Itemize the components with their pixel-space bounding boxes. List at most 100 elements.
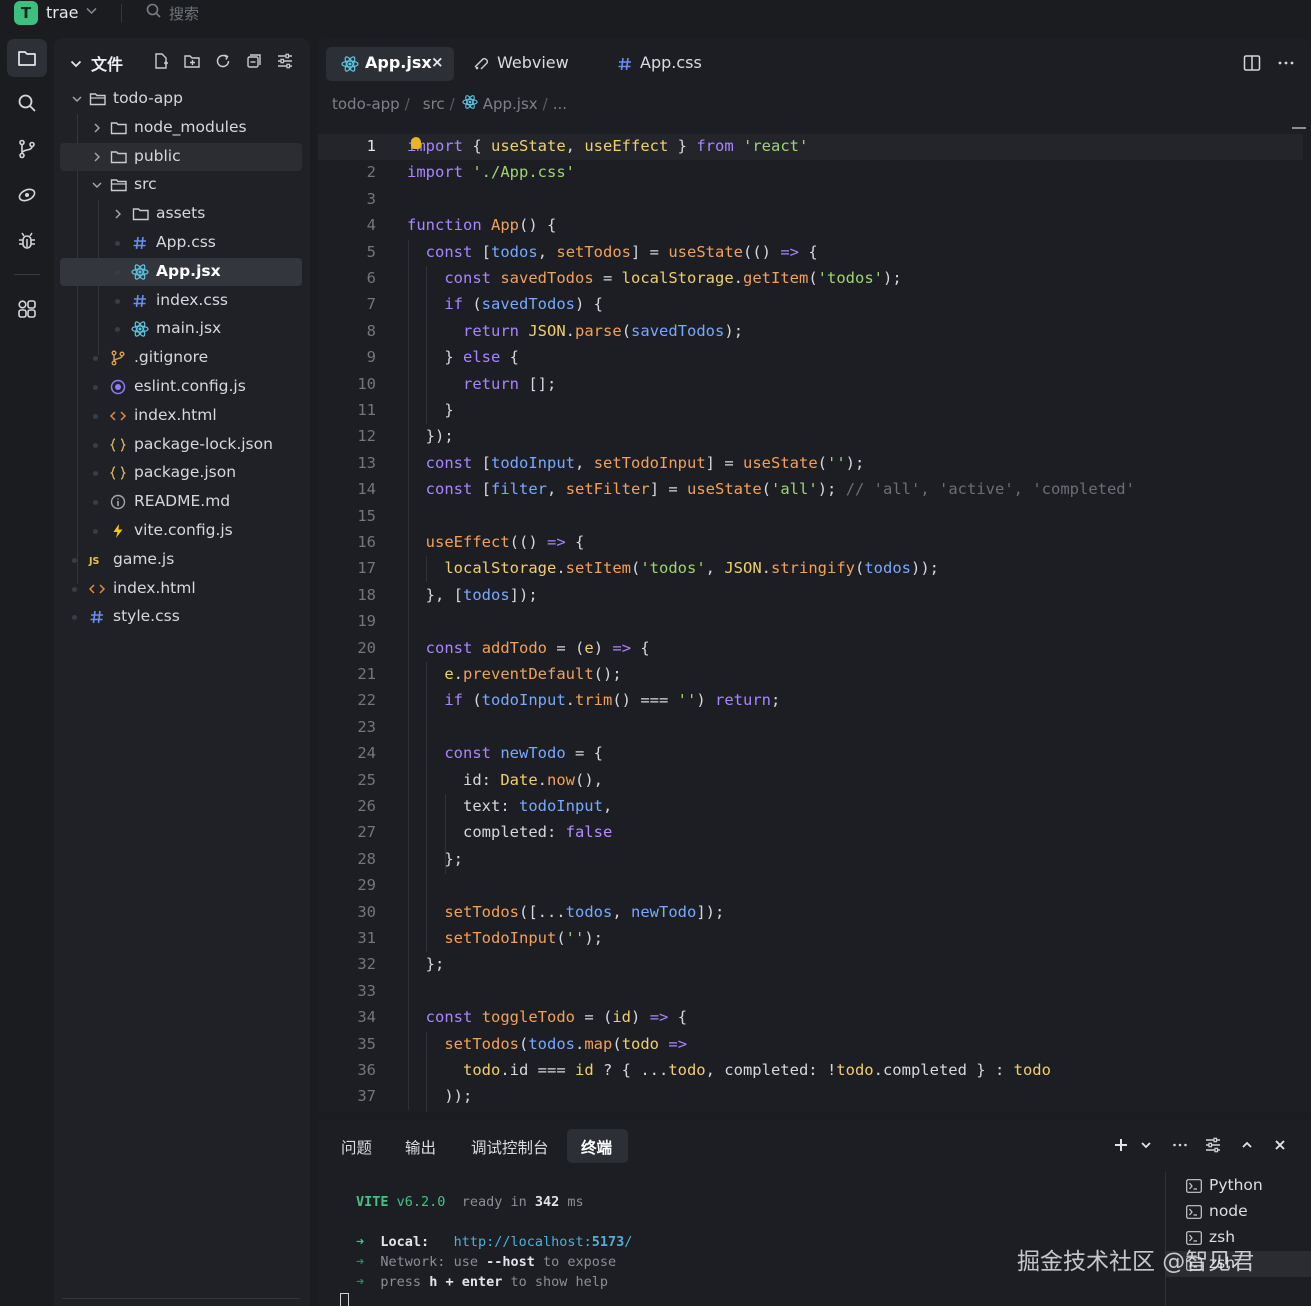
code-line[interactable]: 19	[318, 609, 1303, 635]
terminal-item-python[interactable]: Python	[1166, 1173, 1311, 1199]
terminal-item-node[interactable]: node	[1166, 1199, 1311, 1225]
split-editor-icon[interactable]	[1242, 53, 1262, 73]
tree-item-gitignore[interactable]: .gitignore	[60, 344, 302, 372]
code-line[interactable]: 13 const [todoInput, setTodoInput] = use…	[318, 451, 1303, 477]
new-folder-icon[interactable]	[183, 52, 201, 70]
breadcrumb-item[interactable]: App.jsx	[483, 95, 538, 113]
tree-item-game-js[interactable]: JS game.js	[60, 546, 302, 574]
code-line[interactable]: 20 const addTodo = (e) => {	[318, 636, 1303, 662]
code-line[interactable]: 7 if (savedTodos) {	[318, 292, 1303, 318]
tree-item-index-css[interactable]: index.css	[60, 287, 302, 315]
code-line[interactable]: 31 setTodoInput('');	[318, 926, 1303, 952]
refresh-icon[interactable]	[214, 52, 232, 70]
code-line[interactable]: 28 };	[318, 847, 1303, 873]
code-line[interactable]: 12 });	[318, 424, 1303, 450]
tree-item-eslint-config[interactable]: eslint.config.js	[60, 373, 302, 401]
code-line[interactable]: 5 const [todos, setTodos] = useState(() …	[318, 240, 1303, 266]
tree-item-package-json[interactable]: package.json	[60, 459, 302, 487]
tree-item-style-css[interactable]: style.css	[60, 603, 302, 631]
settings-sliders-icon[interactable]	[276, 52, 294, 70]
more-actions-icon[interactable]	[1276, 53, 1296, 73]
code-line[interactable]: 30 setTodos([...todos, newTodo]);	[318, 900, 1303, 926]
code-line[interactable]: 34 const toggleTodo = (id) => {	[318, 1005, 1303, 1031]
code-line[interactable]: 4 function App() {	[318, 213, 1303, 239]
tree-item-index-html[interactable]: index.html	[60, 402, 302, 430]
code-line[interactable]: 11 }	[318, 398, 1303, 424]
search-button[interactable]	[7, 84, 47, 122]
remote-button[interactable]	[7, 176, 47, 214]
code-line[interactable]: 25 id: Date.now(),	[318, 768, 1303, 794]
global-search-input[interactable]: 搜索	[169, 3, 199, 24]
lightbulb-icon[interactable]	[411, 137, 421, 149]
code-line[interactable]: 32 };	[318, 952, 1303, 978]
tab-debug-console[interactable]: 调试控制台	[458, 1129, 554, 1163]
code-line[interactable]: 6 const savedTodos = localStorage.getIte…	[318, 266, 1303, 292]
new-file-icon[interactable]	[152, 52, 170, 70]
app-name[interactable]: trae	[46, 3, 79, 22]
tree-item-app-css[interactable]: App.css	[60, 229, 302, 257]
close-icon[interactable]: ×	[431, 53, 444, 71]
collapse-all-icon[interactable]	[245, 52, 263, 70]
code-line[interactable]: 37 ));	[318, 1084, 1303, 1110]
code-line[interactable]: 24 const newTodo = {	[318, 741, 1303, 767]
code-token: =>	[547, 533, 566, 551]
code-line[interactable]: 2 import './App.css'	[318, 160, 1303, 186]
code-line[interactable]: 29	[318, 873, 1303, 899]
tree-item-assets[interactable]: assets	[60, 200, 302, 228]
code-line[interactable]: 26 text: todoInput,	[318, 794, 1303, 820]
code-line[interactable]: 18 }, [todos]);	[318, 583, 1303, 609]
add-terminal-icon[interactable]	[1112, 1136, 1130, 1154]
chevron-down-icon[interactable]	[1137, 1136, 1155, 1154]
code-line[interactable]: 23	[318, 715, 1303, 741]
tree-item-src[interactable]: src	[60, 171, 302, 199]
breadcrumb-item[interactable]: todo-app	[332, 95, 400, 113]
tree-item-todo-app[interactable]: todo-app	[60, 85, 302, 113]
tab-app-jsx[interactable]: App.jsx ×	[326, 47, 454, 81]
code-area[interactable]: 1 import { useState, useEffect } from 're…	[318, 134, 1303, 1112]
extensions-button[interactable]	[7, 290, 47, 328]
settings-sliders-icon[interactable]	[1204, 1136, 1222, 1154]
tab-problems[interactable]: 问题	[328, 1129, 376, 1163]
tree-item-public[interactable]: public	[60, 143, 302, 171]
code-line[interactable]: 8 return JSON.parse(savedTodos);	[318, 319, 1303, 345]
code-line[interactable]: 3	[318, 187, 1303, 213]
breadcrumb-item[interactable]: ...	[553, 95, 567, 113]
terminal-output[interactable]: VITE v6.2.0 ready in 342 ms ➜ Local: htt…	[356, 1194, 632, 1290]
tab-output[interactable]: 输出	[393, 1129, 441, 1163]
tree-item-vite-config[interactable]: vite.config.js	[60, 517, 302, 545]
scrollbar-marker[interactable]	[1292, 127, 1306, 129]
chevron-down-icon[interactable]	[70, 54, 82, 73]
tree-item-node-modules[interactable]: node_modules	[60, 114, 302, 142]
search-icon[interactable]	[145, 2, 163, 20]
tree-item-readme[interactable]: README.md	[60, 488, 302, 516]
source-control-button[interactable]	[7, 130, 47, 168]
code-line[interactable]: 17 localStorage.setItem('todos', JSON.st…	[318, 556, 1303, 582]
code-line[interactable]: 10 return [];	[318, 372, 1303, 398]
code-line[interactable]: 35 setTodos(todos.map(todo =>	[318, 1032, 1303, 1058]
code-line[interactable]: 21 e.preventDefault();	[318, 662, 1303, 688]
app-logo[interactable]: T	[14, 1, 38, 25]
tree-item-app-jsx[interactable]: App.jsx	[60, 258, 302, 286]
code-line[interactable]: 27 completed: false	[318, 820, 1303, 846]
code-line[interactable]: 14 const [filter, setFilter] = useState(…	[318, 477, 1303, 503]
debug-button[interactable]	[7, 222, 47, 260]
breadcrumb-item[interactable]: src	[423, 95, 445, 113]
chevron-up-icon[interactable]	[1238, 1136, 1256, 1154]
tree-item-index-html-root[interactable]: index.html	[60, 575, 302, 603]
more-actions-icon[interactable]	[1171, 1136, 1189, 1154]
code-line[interactable]: 36 todo.id === id ? { ...todo, completed…	[318, 1058, 1303, 1084]
tab-webview[interactable]: Webview	[464, 47, 576, 81]
chevron-down-icon[interactable]	[86, 5, 97, 18]
explorer-button[interactable]	[7, 39, 47, 77]
close-panel-icon[interactable]	[1271, 1136, 1289, 1154]
code-line[interactable]: 9 } else {	[318, 345, 1303, 371]
tab-terminal[interactable]: 终端	[567, 1129, 628, 1163]
code-line[interactable]: 1 import { useState, useEffect } from 're…	[318, 134, 1303, 161]
code-line[interactable]: 33	[318, 979, 1303, 1005]
code-line[interactable]: 22 if (todoInput.trim() === '') return;	[318, 688, 1303, 714]
tab-app-css[interactable]: App.css	[608, 47, 718, 81]
tree-item-main-jsx[interactable]: main.jsx	[60, 315, 302, 343]
code-line[interactable]: 15	[318, 504, 1303, 530]
tree-item-package-lock[interactable]: package-lock.json	[60, 431, 302, 459]
code-line[interactable]: 16 useEffect(() => {	[318, 530, 1303, 556]
